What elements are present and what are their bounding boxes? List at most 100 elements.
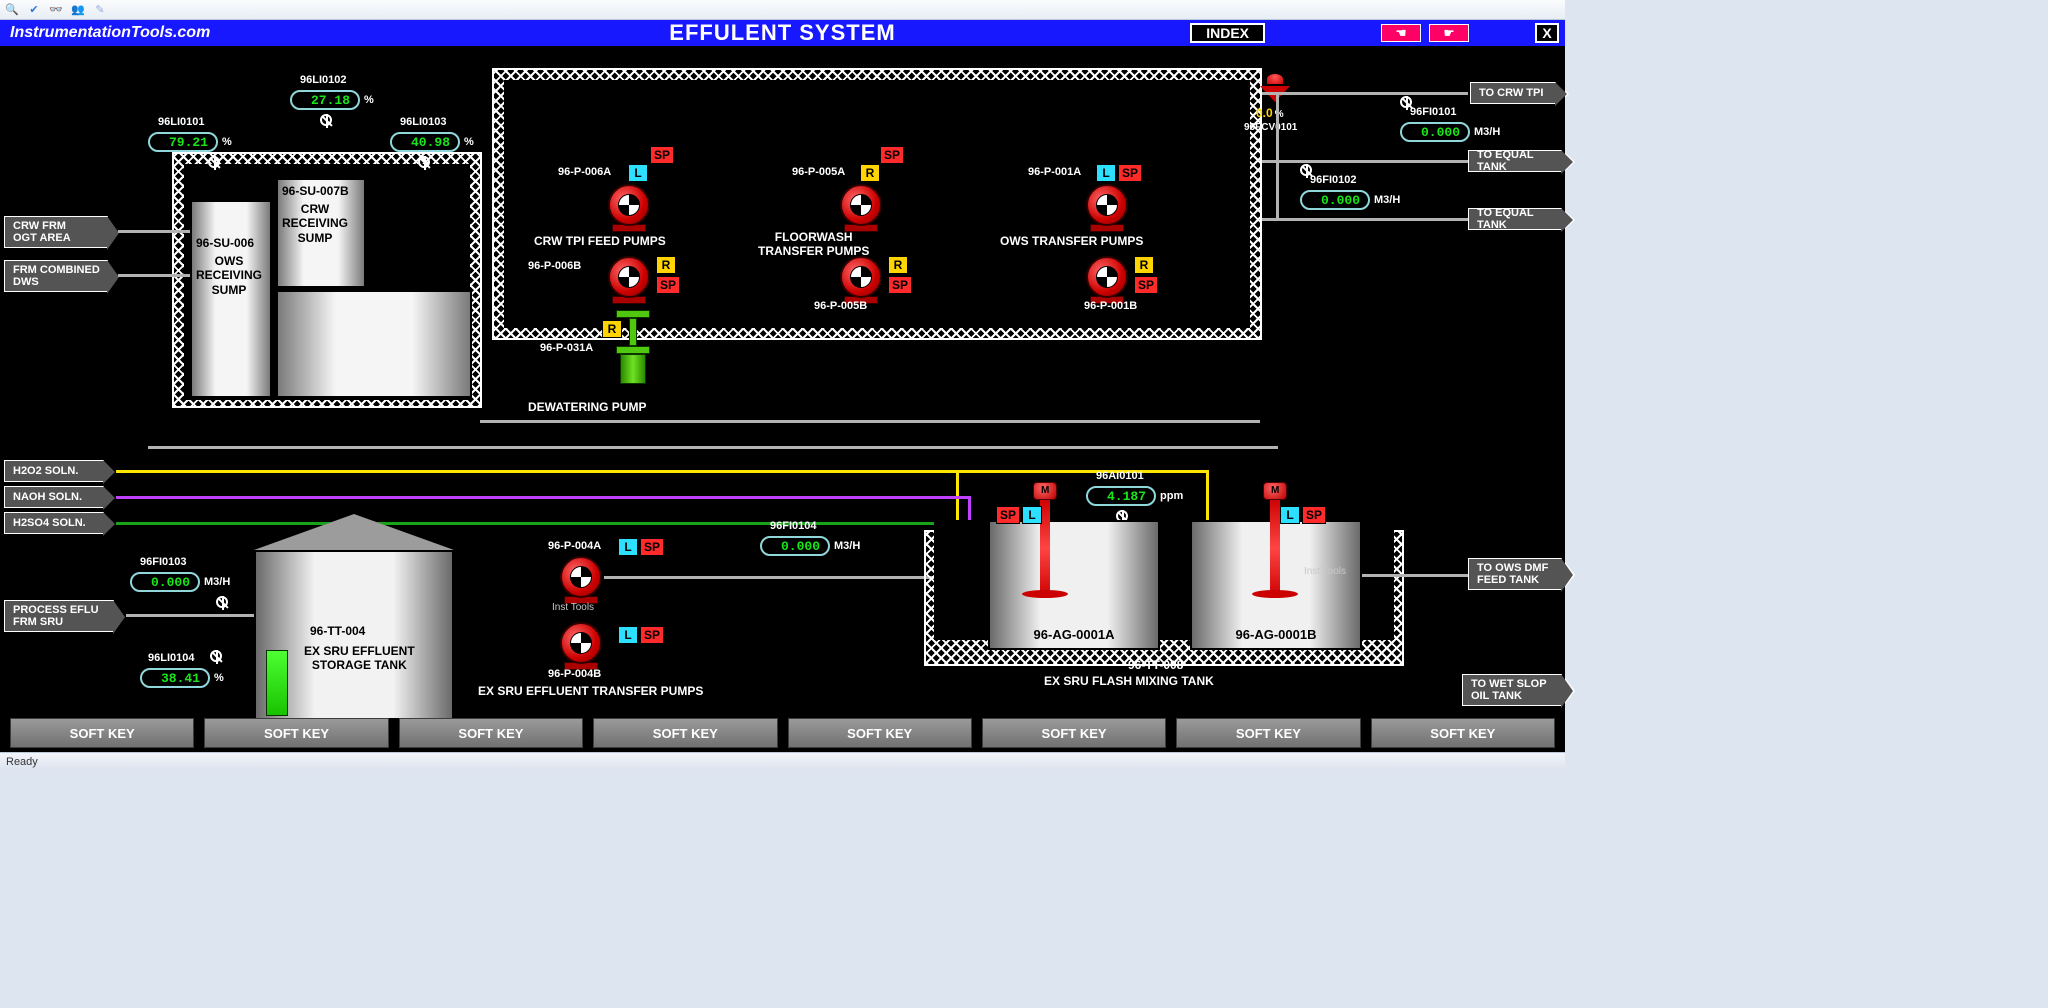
readout-fi0101[interactable]: 0.000M3/H — [1400, 122, 1470, 142]
readout-li0104[interactable]: 38.41% — [140, 668, 210, 688]
badge-aga-SP[interactable]: SP — [996, 506, 1020, 524]
soft-key-5[interactable]: SOFT KEY — [788, 718, 972, 748]
pump-p001b[interactable] — [1086, 256, 1128, 298]
badge-p004b-SP[interactable]: SP — [640, 626, 664, 644]
badge-p006a-L[interactable]: L — [628, 164, 648, 182]
pump-p006b[interactable] — [608, 256, 650, 298]
readout-fi0104[interactable]: 0.000M3/H — [760, 536, 830, 556]
dewatering-pump[interactable] — [620, 310, 650, 384]
window-toolbar: 🔍 ✔ 👓 👥 ✎ — [0, 0, 1565, 20]
tag-li0104: 96LI0104 — [148, 652, 194, 664]
tank-tt008-tag: 96-TT-008 — [1128, 658, 1183, 672]
outlet-crw-tpi: TO CRW TPI — [1470, 82, 1556, 104]
badge-p004a-L[interactable]: L — [618, 538, 638, 556]
site-label: InstrumentationTools.com — [0, 24, 210, 42]
badge-p001b-SP[interactable]: SP — [1134, 276, 1158, 294]
tank-su007b-desc: CRW RECEIVING SUMP — [282, 202, 348, 245]
readout-li0101[interactable]: 79.21 % — [148, 132, 218, 152]
agitator-b[interactable] — [1270, 498, 1280, 598]
badge-p001a-L[interactable]: L — [1096, 164, 1116, 182]
soft-key-1[interactable]: SOFT KEY — [10, 718, 194, 748]
readout-li0102[interactable]: 27.18% — [290, 90, 360, 110]
pump-p004a[interactable] — [560, 556, 602, 598]
tank-tt004-level — [266, 650, 288, 716]
watermark-inst-tools: Inst Tools — [552, 602, 594, 613]
badge-p031a-R[interactable]: R — [602, 320, 622, 338]
badge-agb-SP[interactable]: SP — [1302, 506, 1326, 524]
tag-li0103: 96LI0103 — [400, 116, 446, 128]
readout-ai0101[interactable]: 4.187ppm — [1086, 486, 1156, 506]
badge-aga-L[interactable]: L — [1022, 506, 1042, 524]
pump-p001a-tag: 96-P-001A — [1028, 166, 1081, 178]
soft-key-4[interactable]: SOFT KEY — [593, 718, 777, 748]
edit-icon[interactable]: ✎ — [92, 2, 108, 18]
pump-p005b[interactable] — [840, 256, 882, 298]
pump-p005b-tag: 96-P-005B — [814, 300, 867, 312]
pump-p001a[interactable] — [1086, 184, 1128, 226]
badge-p001b-R[interactable]: R — [1134, 256, 1154, 274]
index-button[interactable]: INDEX — [1190, 23, 1265, 43]
pump-p006b-tag: 96-P-006B — [528, 260, 581, 272]
badge-p005a-SP[interactable]: SP — [880, 146, 904, 164]
badge-p006b-SP[interactable]: SP — [656, 276, 680, 294]
binoculars-icon[interactable]: 👓 — [48, 2, 64, 18]
valve-fcv0101-val: 0.0% — [1256, 106, 1284, 120]
users-icon[interactable]: 👥 — [70, 2, 86, 18]
badge-p004a-SP[interactable]: SP — [640, 538, 664, 556]
outlet-ows-dmf: TO OWS DMF FEED TANK — [1468, 558, 1562, 590]
readout-li0101-val: 79.21 — [169, 135, 208, 150]
inlet-frm-dws: FRM COMBINED DWS — [4, 260, 108, 292]
readout-li0101-unit: % — [218, 136, 232, 148]
tag-li0102: 96LI0102 — [300, 74, 346, 86]
tag-fi0102: 96FI0102 — [1310, 174, 1356, 186]
tank-tt004-tag: 96-TT-004 — [310, 624, 365, 638]
status-text: Ready — [6, 756, 38, 768]
xmtr-icon — [210, 650, 222, 662]
badge-p004b-L[interactable]: L — [618, 626, 638, 644]
nav-prev-button[interactable]: ☚ — [1381, 24, 1421, 42]
tank-su006 — [190, 200, 272, 398]
hmi-canvas: InstrumentationTools.com EFFULENT SYSTEM… — [0, 20, 1565, 752]
close-button[interactable]: X — [1535, 23, 1559, 43]
valve-fcv0101[interactable] — [1260, 74, 1290, 102]
title-bar: InstrumentationTools.com EFFULENT SYSTEM… — [0, 20, 1565, 46]
pump-p004b[interactable] — [560, 622, 602, 664]
xmtr-icon — [418, 156, 430, 168]
label-floorwash: FLOORWASH TRANSFER PUMPS — [758, 230, 869, 258]
inlet-process-sru: PROCESS EFLU FRM SRU — [4, 600, 114, 632]
badge-p005a-R[interactable]: R — [860, 164, 880, 182]
readout-li0103[interactable]: 40.98% — [390, 132, 460, 152]
soft-key-6[interactable]: SOFT KEY — [982, 718, 1166, 748]
tag-li0101: 96LI0101 — [158, 116, 204, 128]
badge-p006b-R[interactable]: R — [656, 256, 676, 274]
tank-ag0001a-tag: 96-AG-0001A — [990, 627, 1158, 642]
soft-key-8[interactable]: SOFT KEY — [1371, 718, 1555, 748]
readout-fi0102[interactable]: 0.000M3/H — [1300, 190, 1370, 210]
badge-p001a-SP[interactable]: SP — [1118, 164, 1142, 182]
page-title: EFFULENT SYSTEM — [669, 20, 895, 46]
soft-key-2[interactable]: SOFT KEY — [204, 718, 388, 748]
tag-fi0103: 96FI0103 — [140, 556, 186, 568]
badge-p006a-SP[interactable]: SP — [650, 146, 674, 164]
tank-ag0001b-tag: 96-AG-0001B — [1192, 627, 1360, 642]
readout-fi0103[interactable]: 0.000M3/H — [130, 572, 200, 592]
tag-fi0101: 96FI0101 — [1410, 106, 1456, 118]
check-icon[interactable]: ✔ — [26, 2, 42, 18]
zoom-icon[interactable]: 🔍 — [4, 2, 20, 18]
pump-p005a[interactable] — [840, 184, 882, 226]
xmtr-icon — [216, 596, 228, 608]
tank-su006-desc: OWS RECEIVING SUMP — [196, 254, 262, 297]
pump-p006a[interactable] — [608, 184, 650, 226]
inlet-h2o2: H2O2 SOLN. — [4, 460, 104, 482]
badge-p005b-R[interactable]: R — [888, 256, 908, 274]
soft-key-7[interactable]: SOFT KEY — [1176, 718, 1360, 748]
tag-ai0101: 96AI0101 — [1096, 470, 1144, 482]
badge-agb-L[interactable]: L — [1280, 506, 1300, 524]
surge-pond-fill — [276, 290, 472, 398]
soft-key-3[interactable]: SOFT KEY — [399, 718, 583, 748]
tank-tt008-desc: EX SRU FLASH MIXING TANK — [1044, 674, 1214, 688]
badge-p005b-SP[interactable]: SP — [888, 276, 912, 294]
nav-next-button[interactable]: ☛ — [1429, 24, 1469, 42]
label-sru-transfer: EX SRU EFFLUENT TRANSFER PUMPS — [478, 684, 703, 698]
pump-p004a-tag: 96-P-004A — [548, 540, 601, 552]
